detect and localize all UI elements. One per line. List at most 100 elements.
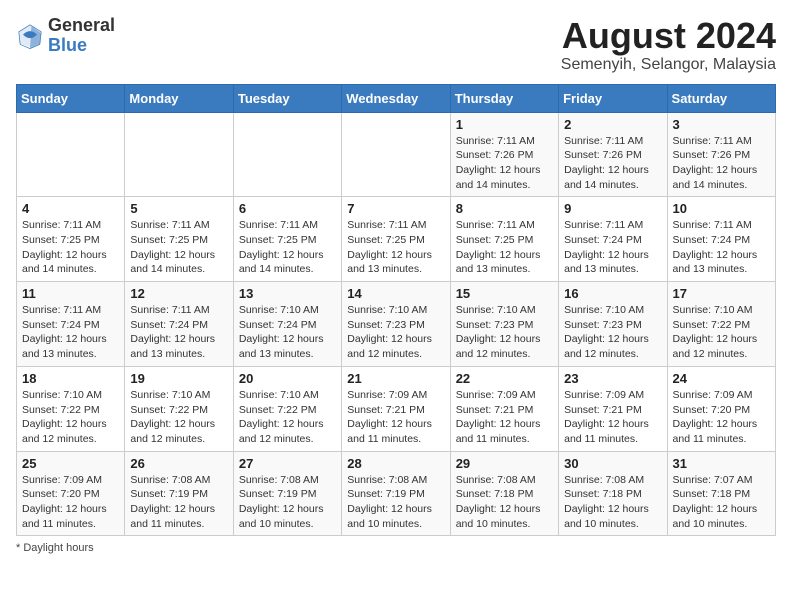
weekday-header-sunday: Sunday [17,84,125,112]
day-info: Sunrise: 7:11 AM Sunset: 7:26 PM Dayligh… [456,134,553,193]
day-number: 16 [564,286,661,301]
calendar-cell: 6 Sunrise: 7:11 AM Sunset: 7:25 PM Daylig… [233,197,341,282]
title-area: August 2024 Semenyih, Selangor, Malaysia [561,16,776,74]
calendar-cell: 12 Sunrise: 7:11 AM Sunset: 7:24 PM Dayli… [125,282,233,367]
weekday-header-row: SundayMondayTuesdayWednesdayThursdayFrid… [17,84,776,112]
day-number: 24 [673,371,770,386]
calendar-cell: 10Sunrise: 7:11 AM Sunset: 7:24 PM Dayli… [667,197,775,282]
day-info: Sunrise: 7:08 AM Sunset: 7:19 PM Dayligh… [239,473,336,532]
calendar-cell: 23 Sunrise: 7:09 AM Sunset: 7:21 PM Dayli… [559,366,667,451]
day-number: 10 [673,201,770,216]
day-number: 6 [239,201,336,216]
logo-text: General Blue [48,16,115,56]
day-info: Sunrise: 7:11 AM Sunset: 7:25 PM Dayligh… [347,218,444,277]
calendar-cell: 18Sunrise: 7:10 AM Sunset: 7:22 PM Dayli… [17,366,125,451]
day-number: 17 [673,286,770,301]
weekday-header-friday: Friday [559,84,667,112]
calendar-cell: 31Sunrise: 7:07 AM Sunset: 7:18 PM Dayli… [667,451,775,536]
weekday-header-thursday: Thursday [450,84,558,112]
logo-icon [16,22,44,50]
calendar-cell: 3Sunrise: 7:11 AM Sunset: 7:26 PM Daylig… [667,112,775,197]
calendar-cell [342,112,450,197]
day-info: Sunrise: 7:10 AM Sunset: 7:22 PM Dayligh… [673,303,770,362]
calendar-cell: 25Sunrise: 7:09 AM Sunset: 7:20 PM Dayli… [17,451,125,536]
calendar-cell: 28 Sunrise: 7:08 AM Sunset: 7:19 PM Dayli… [342,451,450,536]
day-info: Sunrise: 7:11 AM Sunset: 7:26 PM Dayligh… [564,134,661,193]
day-number: 2 [564,117,661,132]
calendar-week-row: 11Sunrise: 7:11 AM Sunset: 7:24 PM Dayli… [17,282,776,367]
logo-blue-text: Blue [48,35,87,55]
day-number: 21 [347,371,444,386]
calendar-cell: 7 Sunrise: 7:11 AM Sunset: 7:25 PM Daylig… [342,197,450,282]
day-number: 14 [347,286,444,301]
day-info: Sunrise: 7:10 AM Sunset: 7:22 PM Dayligh… [239,388,336,447]
calendar-cell: 17 Sunrise: 7:10 AM Sunset: 7:22 PM Dayli… [667,282,775,367]
day-number: 13 [239,286,336,301]
day-number: 7 [347,201,444,216]
calendar-cell: 16Sunrise: 7:10 AM Sunset: 7:23 PM Dayli… [559,282,667,367]
day-number: 19 [130,371,227,386]
calendar-cell: 30Sunrise: 7:08 AM Sunset: 7:18 PM Dayli… [559,451,667,536]
calendar-cell: 2 Sunrise: 7:11 AM Sunset: 7:26 PM Daylig… [559,112,667,197]
day-number: 22 [456,371,553,386]
day-number: 29 [456,456,553,471]
calendar-cell: 29 Sunrise: 7:08 AM Sunset: 7:18 PM Dayli… [450,451,558,536]
header: General Blue August 2024 Semenyih, Selan… [16,16,776,74]
logo-general-text: General [48,15,115,35]
day-info: Sunrise: 7:11 AM Sunset: 7:24 PM Dayligh… [130,303,227,362]
calendar-cell: 4Sunrise: 7:11 AM Sunset: 7:25 PM Daylig… [17,197,125,282]
day-info: Sunrise: 7:10 AM Sunset: 7:22 PM Dayligh… [130,388,227,447]
day-info: Sunrise: 7:11 AM Sunset: 7:25 PM Dayligh… [130,218,227,277]
calendar-cell [125,112,233,197]
calendar-cell: 19 Sunrise: 7:10 AM Sunset: 7:22 PM Dayli… [125,366,233,451]
calendar-week-row: 1 Sunrise: 7:11 AM Sunset: 7:26 PM Daylig… [17,112,776,197]
day-info: Sunrise: 7:09 AM Sunset: 7:21 PM Dayligh… [456,388,553,447]
day-number: 5 [130,201,227,216]
day-info: Sunrise: 7:09 AM Sunset: 7:20 PM Dayligh… [673,388,770,447]
day-info: Sunrise: 7:08 AM Sunset: 7:18 PM Dayligh… [564,473,661,532]
day-info: Sunrise: 7:11 AM Sunset: 7:24 PM Dayligh… [22,303,119,362]
day-info: Sunrise: 7:08 AM Sunset: 7:18 PM Dayligh… [456,473,553,532]
location-subtitle: Semenyih, Selangor, Malaysia [561,56,776,74]
day-number: 8 [456,201,553,216]
calendar-cell: 9Sunrise: 7:11 AM Sunset: 7:24 PM Daylig… [559,197,667,282]
calendar-body: 1 Sunrise: 7:11 AM Sunset: 7:26 PM Daylig… [17,112,776,536]
calendar-cell [233,112,341,197]
day-number: 23 [564,371,661,386]
day-info: Sunrise: 7:09 AM Sunset: 7:21 PM Dayligh… [347,388,444,447]
day-number: 9 [564,201,661,216]
day-info: Sunrise: 7:09 AM Sunset: 7:20 PM Dayligh… [22,473,119,532]
day-info: Sunrise: 7:09 AM Sunset: 7:21 PM Dayligh… [564,388,661,447]
calendar-cell: 8 Sunrise: 7:11 AM Sunset: 7:25 PM Daylig… [450,197,558,282]
day-info: Sunrise: 7:11 AM Sunset: 7:25 PM Dayligh… [239,218,336,277]
calendar-cell: 14Sunrise: 7:10 AM Sunset: 7:23 PM Dayli… [342,282,450,367]
weekday-header-monday: Monday [125,84,233,112]
logo: General Blue [16,16,115,56]
calendar-cell: 26Sunrise: 7:08 AM Sunset: 7:19 PM Dayli… [125,451,233,536]
day-info: Sunrise: 7:11 AM Sunset: 7:25 PM Dayligh… [456,218,553,277]
footer-text: Daylight hours [23,542,93,554]
calendar-cell: 20 Sunrise: 7:10 AM Sunset: 7:22 PM Dayli… [233,366,341,451]
day-number: 28 [347,456,444,471]
day-info: Sunrise: 7:08 AM Sunset: 7:19 PM Dayligh… [130,473,227,532]
calendar-header: SundayMondayTuesdayWednesdayThursdayFrid… [17,84,776,112]
calendar-cell: 22 Sunrise: 7:09 AM Sunset: 7:21 PM Dayli… [450,366,558,451]
day-number: 27 [239,456,336,471]
day-info: Sunrise: 7:08 AM Sunset: 7:19 PM Dayligh… [347,473,444,532]
day-number: 1 [456,117,553,132]
day-number: 31 [673,456,770,471]
calendar-cell: 5 Sunrise: 7:11 AM Sunset: 7:25 PM Daylig… [125,197,233,282]
calendar-cell: 24 Sunrise: 7:09 AM Sunset: 7:20 PM Dayli… [667,366,775,451]
day-info: Sunrise: 7:10 AM Sunset: 7:23 PM Dayligh… [456,303,553,362]
calendar-cell: 11Sunrise: 7:11 AM Sunset: 7:24 PM Dayli… [17,282,125,367]
day-info: Sunrise: 7:11 AM Sunset: 7:26 PM Dayligh… [673,134,770,193]
calendar-cell: 15 Sunrise: 7:10 AM Sunset: 7:23 PM Dayli… [450,282,558,367]
day-number: 12 [130,286,227,301]
calendar-cell: 1 Sunrise: 7:11 AM Sunset: 7:26 PM Daylig… [450,112,558,197]
calendar-week-row: 18Sunrise: 7:10 AM Sunset: 7:22 PM Dayli… [17,366,776,451]
footer-note: * Daylight hours [16,542,776,554]
day-number: 20 [239,371,336,386]
calendar-week-row: 25Sunrise: 7:09 AM Sunset: 7:20 PM Dayli… [17,451,776,536]
calendar-cell: 21 Sunrise: 7:09 AM Sunset: 7:21 PM Dayli… [342,366,450,451]
day-number: 15 [456,286,553,301]
